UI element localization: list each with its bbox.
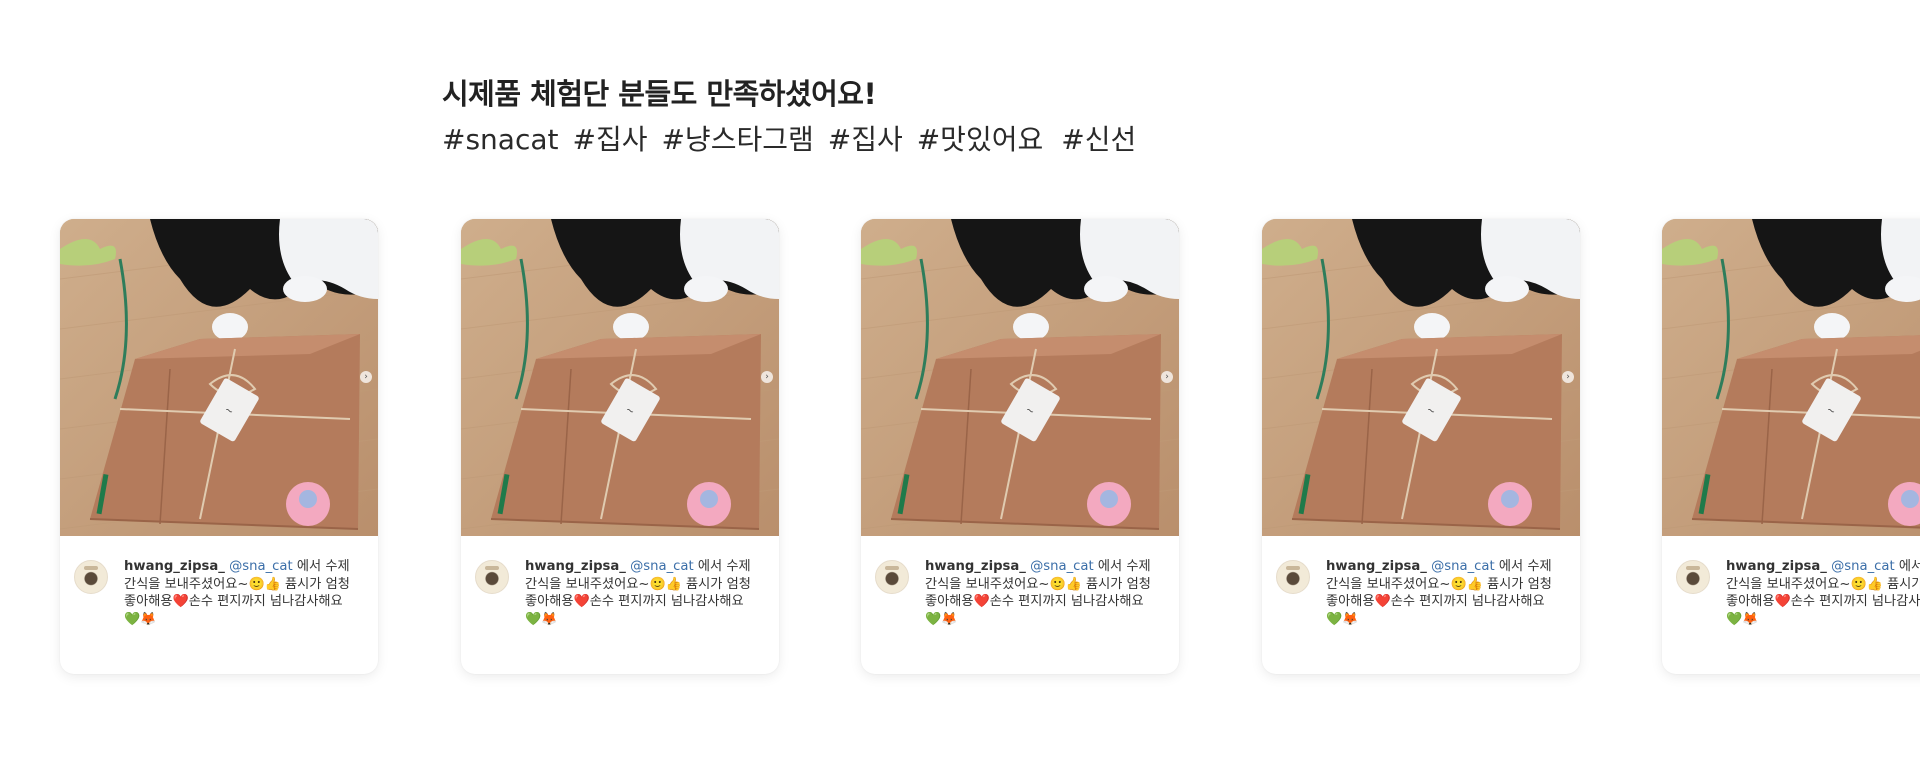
review-photo[interactable]: ~ › — [1262, 219, 1580, 536]
caption-text-3: 손수 편지까지 넘나감사해요 — [989, 594, 1144, 609]
review-card[interactable]: ~ › hwang_zipsa_ @sna_cat 에서 수제 간식을 보내주셨… — [861, 219, 1179, 674]
cat-and-box-photo: ~ — [1662, 219, 1920, 536]
review-info: hwang_zipsa_ @sna_cat 에서 수제 간식을 보내주셨어요~🙂… — [1262, 536, 1580, 628]
emoji-smile-thumbs: 🙂👍 — [248, 576, 281, 592]
next-image-button[interactable]: › — [1161, 371, 1173, 383]
caption-text-3: 손수 편지까지 넘나감사해요 — [188, 594, 343, 609]
hashtag[interactable]: #냥스타그램 — [661, 120, 813, 160]
review-card[interactable]: ~ › hwang_zipsa_ @sna_cat 에서 수제 간식을 보내주셨… — [1262, 219, 1580, 674]
review-caption: hwang_zipsa_ @sna_cat 에서 수제 간식을 보내주셨어요~🙂… — [1726, 558, 1920, 628]
emoji-smile-thumbs: 🙂👍 — [1450, 576, 1483, 592]
review-carousel[interactable]: ~ › hwang_zipsa_ @sna_cat 에서 수제 간식을 보내주셨… — [60, 219, 1920, 674]
cat-and-box-photo: ~ — [461, 219, 779, 536]
chevron-right-icon: › — [364, 372, 368, 382]
mention-link[interactable]: @sna_cat — [1030, 559, 1094, 574]
caption-text-3: 손수 편지까지 넘나감사해요 — [589, 594, 744, 609]
review-photo[interactable]: ~ › — [1662, 219, 1920, 536]
emoji-heart: ❤️ — [172, 594, 189, 609]
avatar[interactable] — [1676, 560, 1710, 594]
review-photo[interactable]: ~ › — [461, 219, 779, 536]
review-info: hwang_zipsa_ @sna_cat 에서 수제 간식을 보내주셨어요~🙂… — [461, 536, 779, 628]
review-photo[interactable]: ~ › — [60, 219, 378, 536]
emoji-smile-thumbs: 🙂👍 — [1049, 576, 1082, 592]
hashtag[interactable]: #집사 — [828, 120, 903, 160]
avatar[interactable] — [74, 560, 108, 594]
caption-text-3: 손수 편지까지 넘나감사해요 — [1790, 594, 1920, 609]
cat-and-box-photo: ~ — [861, 219, 1179, 536]
review-card[interactable]: ~ › hwang_zipsa_ @sna_cat 에서 수제 간식을 보내주셨… — [461, 219, 779, 674]
hashtag-list: #snacat #집사 #냥스타그램 #집사 #맛있어요 #신선 — [442, 120, 1150, 160]
emoji-heart: ❤️ — [573, 594, 590, 609]
review-info: hwang_zipsa_ @sna_cat 에서 수제 간식을 보내주셨어요~🙂… — [861, 536, 1179, 628]
review-photo[interactable]: ~ › — [861, 219, 1179, 536]
username[interactable]: hwang_zipsa_ — [525, 559, 626, 574]
review-info: hwang_zipsa_ @sna_cat 에서 수제 간식을 보내주셨어요~🙂… — [1662, 536, 1920, 628]
review-card[interactable]: ~ › hwang_zipsa_ @sna_cat 에서 수제 간식을 보내주셨… — [60, 219, 378, 674]
section-title: 시제품 체험단 분들도 만족하셨어요! — [442, 77, 877, 111]
emoji-heart: ❤️ — [973, 594, 990, 609]
review-section-header: 시제품 체험단 분들도 만족하셨어요! #snacat #집사 #냥스타그램 #… — [442, 74, 1150, 160]
emoji-green-heart-fox: 💚🦊 — [1326, 611, 1359, 627]
hashtag[interactable]: #집사 — [572, 120, 647, 160]
emoji-green-heart-fox: 💚🦊 — [925, 611, 958, 627]
mention-link[interactable]: @sna_cat — [1831, 559, 1895, 574]
cat-and-box-photo: ~ — [1262, 219, 1580, 536]
emoji-green-heart-fox: 💚🦊 — [525, 611, 558, 627]
emoji-heart: ❤️ — [1774, 594, 1791, 609]
chevron-right-icon: › — [765, 372, 769, 382]
review-caption: hwang_zipsa_ @sna_cat 에서 수제 간식을 보내주셨어요~🙂… — [925, 558, 1159, 628]
username[interactable]: hwang_zipsa_ — [925, 559, 1026, 574]
username[interactable]: hwang_zipsa_ — [1326, 559, 1427, 574]
next-image-button[interactable]: › — [1562, 371, 1574, 383]
avatar[interactable] — [475, 560, 509, 594]
emoji-heart: ❤️ — [1374, 594, 1391, 609]
emoji-smile-thumbs: 🙂👍 — [1850, 576, 1883, 592]
chevron-right-icon: › — [1165, 372, 1169, 382]
emoji-green-heart-fox: 💚🦊 — [124, 611, 157, 627]
emoji-green-heart-fox: 💚🦊 — [1726, 611, 1759, 627]
cat-and-box-photo: ~ — [60, 219, 378, 536]
username[interactable]: hwang_zipsa_ — [124, 559, 225, 574]
hashtag[interactable]: #맛있어요 — [917, 120, 1044, 160]
hashtag[interactable]: #신선 — [1061, 120, 1136, 160]
mention-link[interactable]: @sna_cat — [229, 559, 293, 574]
mention-link[interactable]: @sna_cat — [1431, 559, 1495, 574]
review-info: hwang_zipsa_ @sna_cat 에서 수제 간식을 보내주셨어요~🙂… — [60, 536, 378, 628]
review-caption: hwang_zipsa_ @sna_cat 에서 수제 간식을 보내주셨어요~🙂… — [525, 558, 759, 628]
avatar[interactable] — [1276, 560, 1310, 594]
avatar[interactable] — [875, 560, 909, 594]
hashtag[interactable]: #snacat — [442, 120, 558, 160]
review-card[interactable]: ~ › hwang_zipsa_ @sna_cat 에서 수제 간식을 보내주셨… — [1662, 219, 1920, 674]
next-image-button[interactable]: › — [360, 371, 372, 383]
caption-text-3: 손수 편지까지 넘나감사해요 — [1390, 594, 1545, 609]
emoji-smile-thumbs: 🙂👍 — [649, 576, 682, 592]
next-image-button[interactable]: › — [761, 371, 773, 383]
mention-link[interactable]: @sna_cat — [630, 559, 694, 574]
username[interactable]: hwang_zipsa_ — [1726, 559, 1827, 574]
review-caption: hwang_zipsa_ @sna_cat 에서 수제 간식을 보내주셨어요~🙂… — [124, 558, 358, 628]
chevron-right-icon: › — [1566, 372, 1570, 382]
review-caption: hwang_zipsa_ @sna_cat 에서 수제 간식을 보내주셨어요~🙂… — [1326, 558, 1560, 628]
